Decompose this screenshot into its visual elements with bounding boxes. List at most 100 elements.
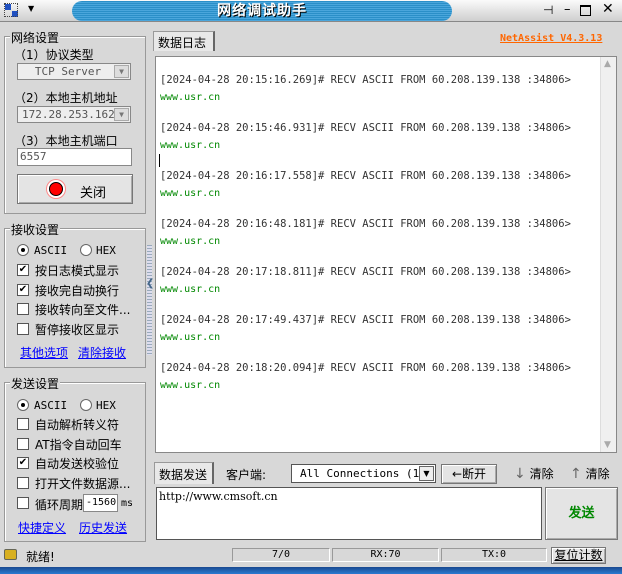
client-select-value: All Connections (1) [300,467,426,480]
receive-option-label: 暂停接收区显示 [35,322,120,337]
arrow-up-icon: ↑ [570,466,582,482]
send-ascii-radio[interactable] [17,399,29,411]
receive-log[interactable]: [2024-04-28 20:15:16.269]# RECV ASCII FR… [155,56,617,453]
arrow-left-icon: ← [451,467,463,481]
send-settings-legend: 发送设置 [10,375,61,392]
receive-option-checkbox[interactable]: ✔ [17,264,29,276]
send-option-checkbox[interactable] [17,437,29,450]
close-button-label: 关闭 [80,186,107,201]
log-entry-header: [2024-04-28 20:17:18.811]# RECV ASCII FR… [160,266,571,278]
log-entry-header: [2024-04-28 20:15:46.931]# RECV ASCII FR… [160,122,571,134]
send-option-checkbox[interactable] [17,476,29,489]
receive-ascii-radio[interactable] [17,244,29,256]
host-value: 172.28.253.162 [22,108,115,121]
receive-ascii-label: ASCII [34,244,68,257]
minimize-button[interactable]: – [564,2,571,17]
log-entry-body: www.usr.cn [160,236,221,247]
log-scrollbar[interactable]: ▲ ▼ [600,57,616,452]
loop-period-label: 循环周期 [35,498,84,512]
send-option-label: 自动解析转义符 [35,418,120,432]
loop-period-input[interactable]: -1560 [83,494,118,512]
network-settings-legend: 网络设置 [10,29,61,46]
history-link[interactable]: 历史发送 [79,519,127,536]
log-entry-header: [2024-04-28 20:18:20.094]# RECV ASCII FR… [160,362,571,374]
clear-send-button[interactable]: ↓ 清除 [514,465,554,482]
disconnect-button[interactable]: ←断开 [441,464,497,484]
clear-send-label: 清除 [529,467,554,481]
send-button-label: 发送 [568,506,595,521]
log-entry-body: www.usr.cn [160,140,221,151]
pin-icon[interactable]: ⊣ [543,3,553,17]
send-option-checkbox[interactable] [17,418,29,430]
shortcut-link[interactable]: 快捷定义 [18,519,66,536]
send-hex-radio[interactable] [80,399,92,411]
send-input[interactable]: http://www.cmsoft.cn [156,487,542,540]
host-select[interactable]: 172.28.253.162 ▼ [17,106,131,123]
send-hex-label: HEX [96,399,116,412]
send-button[interactable]: 发送 [545,487,618,540]
protocol-label: （1）协议类型 [14,48,94,62]
protocol-select[interactable]: TCP Server ▼ [17,63,131,80]
log-entry-header: [2024-04-28 20:17:49.437]# RECV ASCII FR… [160,314,571,326]
send-ascii-label: ASCII [34,399,68,412]
status-light-icon [49,182,63,196]
maximize-button[interactable] [580,5,591,16]
receive-option-checkbox[interactable]: ✔ [17,283,29,296]
log-tab[interactable]: 数据日志 [153,31,215,51]
loop-period-checkbox[interactable] [17,497,29,509]
log-tab-label: 数据日志 [158,36,207,50]
clear-receive-label: 清除 [585,467,610,481]
collapse-arrow-icon[interactable]: ❮ [146,278,154,289]
protocol-value: TCP Server [34,65,102,78]
arrow-down-icon: ↓ [514,466,526,482]
send-tab[interactable]: 数据发送 [154,462,214,484]
log-entry-body: www.usr.cn [160,188,221,199]
scroll-down-icon[interactable]: ▼ [604,440,611,450]
close-window-button[interactable]: ✕ [602,1,614,17]
port-input[interactable]: 6557 [17,148,132,166]
log-entry-body: www.usr.cn [160,332,221,343]
disconnect-label: 断开 [462,467,487,481]
send-option-label: 打开文件数据源... [35,476,131,491]
send-option-label: 自动发送校验位 [35,457,120,471]
status-ready: 就绪! [26,550,55,564]
clear-receive-button[interactable]: ↑ 清除 [570,465,610,482]
scroll-up-icon[interactable]: ▲ [604,59,611,69]
log-entry-body: www.usr.cn [160,380,221,391]
receive-settings-legend: 接收设置 [10,221,61,238]
client-label: 客户端: [226,468,267,482]
send-option-label: AT指令自动回车 [35,437,122,452]
port-label: （3）本地主机端口 [14,134,118,148]
receive-option-label: 接收转向至文件... [35,303,131,317]
chevron-down-icon[interactable]: ▼ [114,65,129,78]
receive-option-checkbox[interactable] [17,303,29,315]
text-cursor [159,154,160,167]
taskbar-strip [0,567,622,574]
receive-hex-label: HEX [96,244,116,257]
chevron-down-icon[interactable]: ▼ [114,108,129,121]
log-entry-body: www.usr.cn [160,284,221,295]
window-title: 网络调试助手 [72,1,452,21]
receive-option-checkbox[interactable] [17,322,29,335]
receive-option-label: 接收完自动换行 [35,283,120,298]
close-connection-button[interactable]: 关闭 [17,174,133,204]
log-entry-header: [2024-04-28 20:16:17.558]# RECV ASCII FR… [160,170,571,182]
chevron-down-icon[interactable]: ▼ [419,466,434,481]
clear-receive-link[interactable]: 清除接收 [78,344,126,361]
reset-count-button[interactable]: 复位计数 [551,547,606,564]
panel-splitter[interactable] [147,245,152,355]
client-select[interactable]: All Connections (1) ▼ [291,464,436,483]
receive-hex-radio[interactable] [80,244,92,256]
receive-option-label: 按日志模式显示 [35,264,120,278]
send-option-checkbox[interactable]: ✔ [17,457,29,469]
host-label: （2）本地主机地址 [14,91,118,105]
menu-dropdown-icon[interactable]: ▼ [28,4,34,13]
log-entry-header: [2024-04-28 20:15:16.269]# RECV ASCII FR… [160,74,571,86]
status-tx: TX:0 [441,548,547,562]
send-tab-label: 数据发送 [159,468,208,482]
loop-unit-label: ms [121,498,134,509]
log-entry-header: [2024-04-28 20:16:48.181]# RECV ASCII FR… [160,218,571,230]
other-options-link[interactable]: 其他选项 [20,344,68,361]
app-icon[interactable] [4,3,18,17]
ready-icon [4,549,17,560]
